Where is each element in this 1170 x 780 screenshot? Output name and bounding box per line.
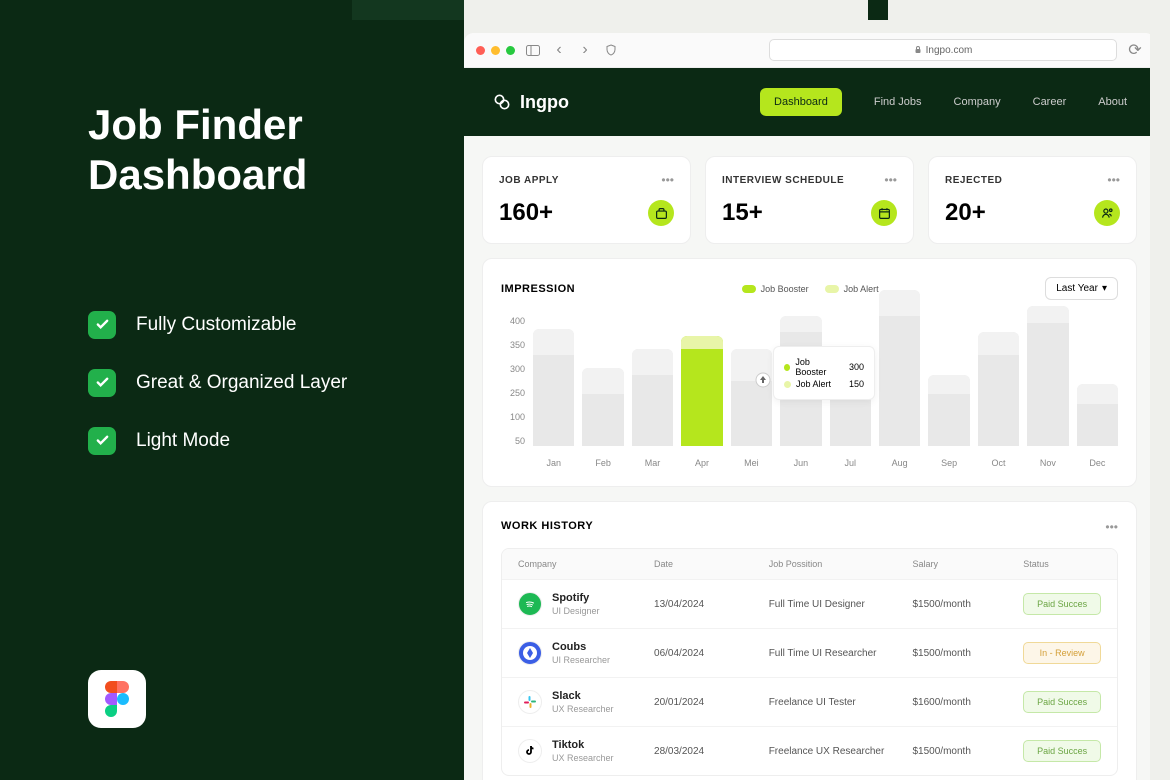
status-badge: Paid Succes bbox=[1023, 593, 1101, 615]
company-logo bbox=[518, 592, 542, 616]
more-icon[interactable]: ••• bbox=[884, 173, 897, 187]
bar-feb[interactable] bbox=[582, 368, 623, 446]
table-row[interactable]: CoubsUI Researcher 06/04/2024 Full Time … bbox=[502, 628, 1117, 677]
traffic-lights[interactable] bbox=[476, 46, 515, 55]
url-bar[interactable]: Ingpo.com bbox=[769, 39, 1117, 61]
app-header: Ingpo Dashboard Find Jobs Company Career Abo… bbox=[464, 68, 1155, 136]
status-badge: In - Review bbox=[1023, 642, 1101, 664]
sidebar-toggle-icon[interactable] bbox=[525, 42, 541, 58]
shield-icon[interactable] bbox=[603, 42, 619, 58]
more-icon[interactable]: ••• bbox=[1107, 173, 1120, 187]
check-icon bbox=[88, 311, 116, 339]
chart-tooltip: Job Booster300 Job Alert150 bbox=[773, 346, 875, 400]
chevron-down-icon: ▾ bbox=[1102, 283, 1107, 294]
stat-card-2: REJECTED•••20+ bbox=[928, 156, 1137, 244]
table-row[interactable]: TiktokUX Researcher 28/03/2024 Freelance… bbox=[502, 726, 1117, 775]
history-title: WORK HISTORY bbox=[501, 520, 593, 534]
forward-icon[interactable]: › bbox=[577, 42, 593, 58]
bar-aug[interactable] bbox=[879, 290, 920, 446]
bar-mar[interactable] bbox=[632, 349, 673, 447]
back-icon[interactable]: ‹ bbox=[551, 42, 567, 58]
table-row[interactable]: SpotifyUI Designer 13/04/2024 Full Time … bbox=[502, 579, 1117, 628]
stat-card-0: JOB APPLY•••160+ bbox=[482, 156, 691, 244]
company-logo bbox=[518, 739, 542, 763]
feature-1: Great & Organized Layer bbox=[88, 369, 424, 397]
legend-booster: Job Booster bbox=[742, 284, 809, 294]
check-icon bbox=[88, 427, 116, 455]
check-icon bbox=[88, 369, 116, 397]
figma-icon bbox=[88, 670, 146, 728]
status-badge: Paid Succes bbox=[1023, 691, 1101, 713]
table-row[interactable]: SlackUX Researcher 20/01/2024 Freelance … bbox=[502, 677, 1117, 726]
more-icon[interactable]: ••• bbox=[661, 173, 674, 187]
feature-2: Light Mode bbox=[88, 427, 424, 455]
browser-window: ‹ › Ingpo.com ⟳ Ingpo Dashboard Find Jobs… bbox=[464, 33, 1155, 780]
promo-title: Job Finder Dashboard bbox=[88, 100, 424, 201]
chart-title: IMPRESSION bbox=[501, 283, 575, 295]
work-history: WORK HISTORY ••• CompanyDateJob Possitio… bbox=[482, 501, 1137, 780]
period-select[interactable]: Last Year ▾ bbox=[1045, 277, 1118, 300]
bar-apr[interactable] bbox=[681, 336, 722, 447]
nav-dashboard[interactable]: Dashboard bbox=[760, 88, 842, 116]
logo[interactable]: Ingpo bbox=[492, 92, 569, 113]
legend-alert: Job Alert bbox=[825, 284, 879, 294]
impression-chart: IMPRESSION Job Booster Job Alert Last Ye… bbox=[482, 258, 1137, 487]
nav-career[interactable]: Career bbox=[1033, 96, 1067, 108]
nav-about[interactable]: About bbox=[1098, 96, 1127, 108]
bar-mei[interactable] bbox=[731, 349, 772, 447]
bar-oct[interactable] bbox=[978, 332, 1019, 446]
stat-icon bbox=[648, 200, 674, 226]
more-icon[interactable]: ••• bbox=[1105, 520, 1118, 534]
cursor-icon bbox=[755, 372, 771, 393]
nav-company[interactable]: Company bbox=[954, 96, 1001, 108]
stat-icon bbox=[871, 200, 897, 226]
promo-panel: Job Finder Dashboard Fully Customizable G… bbox=[0, 0, 464, 780]
bar-dec[interactable] bbox=[1077, 384, 1118, 446]
company-logo bbox=[518, 641, 542, 665]
company-logo bbox=[518, 690, 542, 714]
refresh-icon[interactable]: ⟳ bbox=[1127, 42, 1143, 58]
feature-0: Fully Customizable bbox=[88, 311, 424, 339]
stat-card-1: INTERVIEW SCHEDULE•••15+ bbox=[705, 156, 914, 244]
bar-nov[interactable] bbox=[1027, 306, 1068, 446]
bar-jan[interactable] bbox=[533, 329, 574, 446]
stat-icon bbox=[1094, 200, 1120, 226]
status-badge: Paid Succes bbox=[1023, 740, 1101, 762]
nav-find-jobs[interactable]: Find Jobs bbox=[874, 96, 922, 108]
bar-sep[interactable] bbox=[928, 375, 969, 447]
